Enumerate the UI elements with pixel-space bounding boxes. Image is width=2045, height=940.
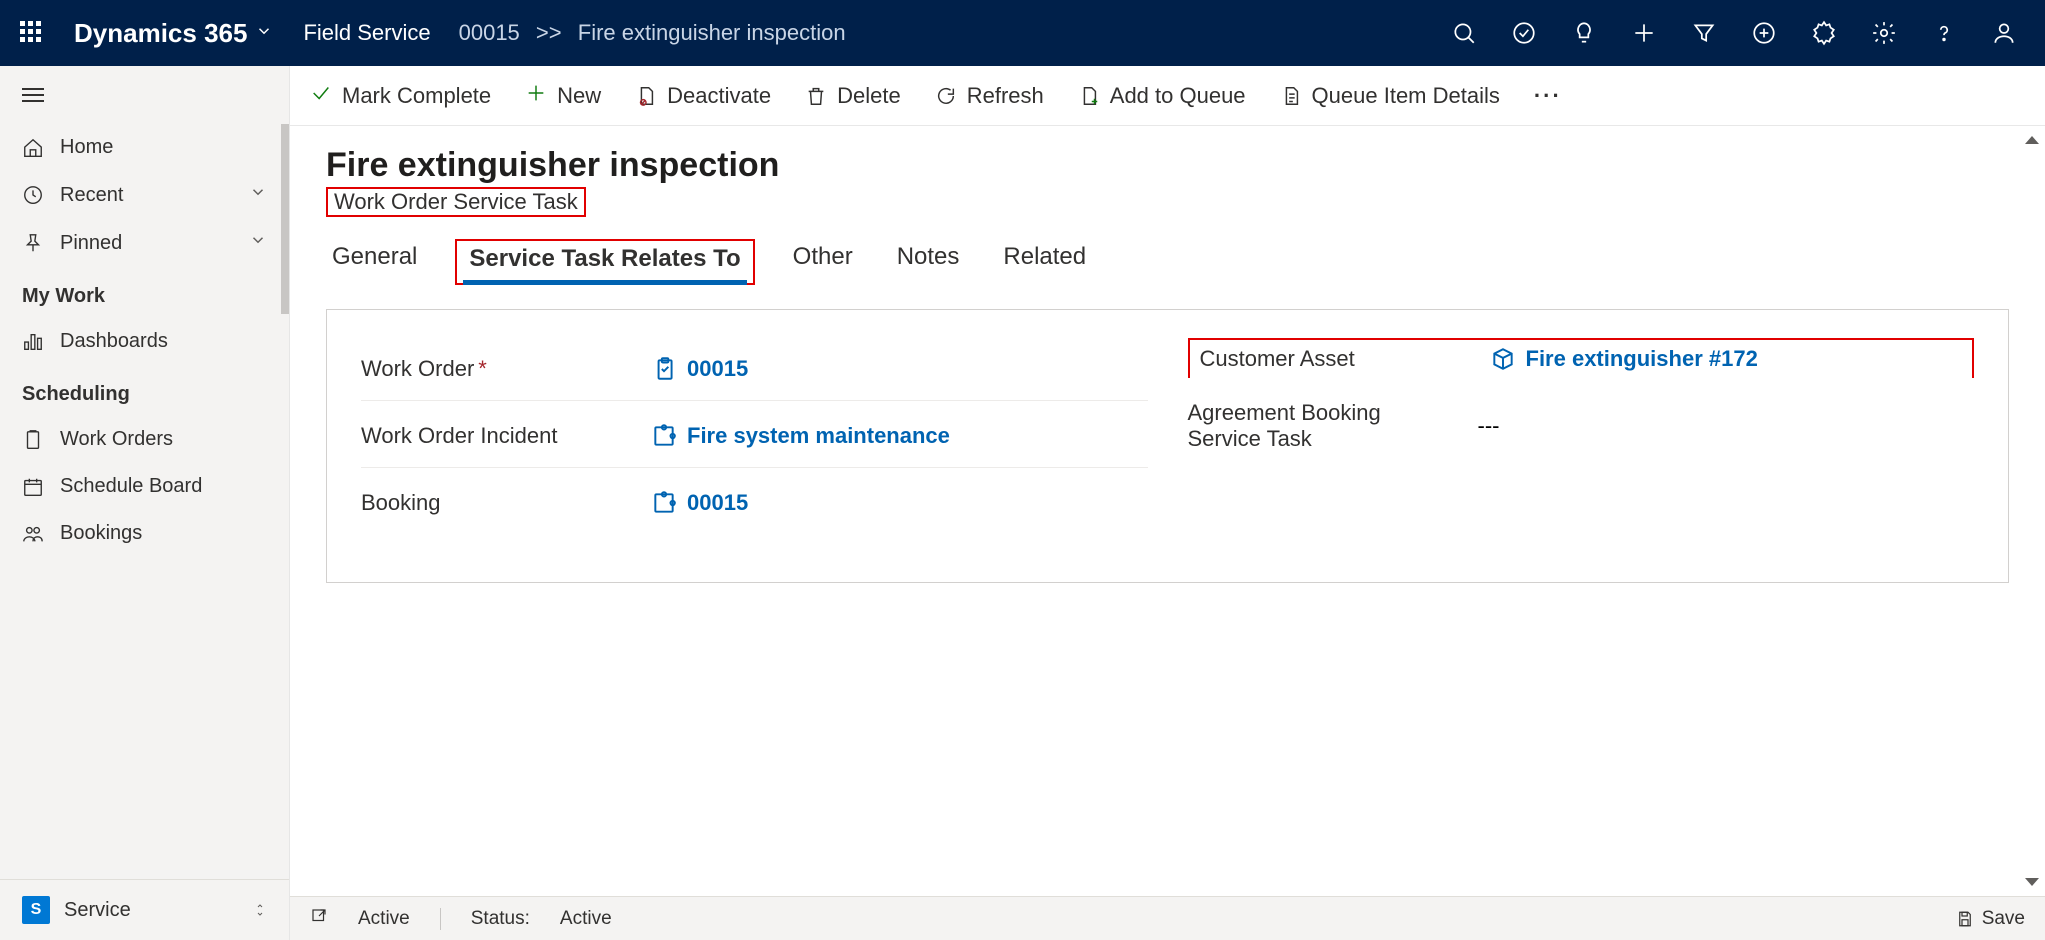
field-agreement-booking[interactable]: Agreement Booking Service Task --- [1188, 382, 1975, 470]
cmd-mark-complete[interactable]: Mark Complete [310, 82, 491, 110]
filter-icon[interactable] [1683, 12, 1725, 54]
area-tile: S [22, 896, 50, 924]
tab-other[interactable]: Other [787, 239, 859, 285]
field-incident[interactable]: Work Order Incident Fire system maintena… [361, 405, 1148, 468]
sidebar-item-home[interactable]: Home [0, 124, 289, 171]
cmd-label: Refresh [967, 83, 1044, 109]
sidebar-item-bookings[interactable]: Bookings [0, 510, 289, 557]
cmd-label: Queue Item Details [1312, 83, 1500, 109]
cmd-new[interactable]: New [525, 82, 601, 110]
cmd-refresh[interactable]: Refresh [935, 83, 1044, 109]
area-chevron-icon [253, 902, 267, 918]
sidebar-group-scheduling: Scheduling [0, 365, 289, 416]
cmd-overflow[interactable]: ··· [1534, 83, 1562, 109]
field-value: --- [1478, 413, 1500, 439]
cmd-label: Deactivate [667, 83, 771, 109]
required-icon: * [478, 356, 487, 381]
record-title: Fire extinguisher inspection [326, 146, 2009, 185]
settings-icon[interactable] [1803, 12, 1845, 54]
tab-notes[interactable]: Notes [891, 239, 966, 285]
form-panel: Work Order* 00015 Work Order Incident Fi… [326, 309, 2009, 583]
record-subtitle: Work Order Service Task [326, 187, 586, 217]
lightbulb-icon[interactable] [1563, 12, 1605, 54]
sidebar-label: Pinned [60, 232, 122, 255]
sidebar-item-workorders[interactable]: Work Orders [0, 416, 289, 463]
save-button[interactable]: Save [1956, 908, 2025, 930]
field-work-order[interactable]: Work Order* 00015 [361, 338, 1148, 401]
area-label: Service [64, 899, 131, 922]
cmd-queue-details[interactable]: Queue Item Details [1280, 83, 1500, 109]
sidebar-group-mywork: My Work [0, 267, 289, 318]
app-name[interactable]: Field Service [303, 20, 430, 46]
breadcrumb-id[interactable]: 00015 [459, 20, 520, 45]
sidebar-label: Schedule Board [60, 475, 202, 498]
main-content: Mark Complete New Deactivate Delete Refr… [290, 66, 2045, 940]
tab-service-task-relates[interactable]: Service Task Relates To [463, 241, 746, 283]
add-icon[interactable] [1623, 12, 1665, 54]
field-label: Agreement Booking Service Task [1188, 400, 1458, 452]
lookup-link[interactable]: 00015 [687, 356, 748, 382]
gear-icon[interactable] [1863, 12, 1905, 54]
box-icon [1490, 346, 1516, 372]
cmd-label: Mark Complete [342, 83, 491, 109]
breadcrumb: 00015 >> Fire extinguisher inspection [459, 20, 846, 46]
chevron-down-icon [249, 183, 267, 207]
cmd-delete[interactable]: Delete [805, 83, 901, 109]
clipboard-icon [651, 356, 677, 382]
form-tabs: General Service Task Relates To Other No… [326, 239, 2009, 285]
breadcrumb-separator-icon: >> [536, 20, 562, 45]
sidebar-item-recent[interactable]: Recent [0, 171, 289, 219]
sidebar-item-dashboards[interactable]: Dashboards [0, 318, 289, 365]
command-bar: Mark Complete New Deactivate Delete Refr… [290, 66, 2045, 126]
cmd-label: New [557, 83, 601, 109]
global-nav-bar: Dynamics 365 Field Service 00015 >> Fire… [0, 0, 2045, 66]
field-label: Customer Asset [1200, 346, 1470, 372]
tab-related[interactable]: Related [997, 239, 1092, 285]
cmd-deactivate[interactable]: Deactivate [635, 83, 771, 109]
content-scrollbar[interactable] [2023, 136, 2041, 886]
brand-label: Dynamics 365 [74, 18, 247, 49]
site-sidebar: Home Recent Pinned My Work Dashboards Sc… [0, 66, 290, 940]
field-booking[interactable]: Booking 00015 [361, 472, 1148, 534]
divider [440, 908, 441, 930]
status-label: Status: [471, 908, 530, 930]
plus-circle-icon[interactable] [1743, 12, 1785, 54]
sidebar-label: Recent [60, 184, 123, 207]
sidebar-scrollbar[interactable] [281, 124, 289, 314]
sidebar-item-pinned[interactable]: Pinned [0, 219, 289, 267]
lookup-link[interactable]: Fire system maintenance [687, 423, 950, 449]
field-label: Work Order Incident [361, 423, 631, 449]
puzzle-icon [651, 423, 677, 449]
save-label: Save [1982, 908, 2025, 930]
search-icon[interactable] [1443, 12, 1485, 54]
sidebar-toggle-icon[interactable] [0, 66, 289, 124]
sidebar-label: Work Orders [60, 428, 173, 451]
chevron-down-icon [249, 231, 267, 255]
lookup-link[interactable]: 00015 [687, 490, 748, 516]
tab-general[interactable]: General [326, 239, 423, 285]
sidebar-label: Home [60, 136, 113, 159]
cmd-label: Delete [837, 83, 901, 109]
breadcrumb-title: Fire extinguisher inspection [578, 20, 846, 45]
lookup-link[interactable]: Fire extinguisher #172 [1526, 346, 1758, 372]
cmd-add-queue[interactable]: Add to Queue [1078, 83, 1246, 109]
field-customer-asset[interactable]: Customer Asset Fire extinguisher #172 [1188, 338, 1975, 378]
brand-dropdown-icon[interactable] [255, 22, 273, 45]
popout-icon[interactable] [310, 907, 328, 931]
cmd-label: Add to Queue [1110, 83, 1246, 109]
task-icon[interactable] [1503, 12, 1545, 54]
user-icon[interactable] [1983, 12, 2025, 54]
area-switcher[interactable]: S Service [0, 879, 289, 940]
sidebar-label: Dashboards [60, 330, 168, 353]
field-label: Booking [361, 490, 631, 516]
puzzle-icon [651, 490, 677, 516]
app-launcher-icon[interactable] [20, 21, 44, 45]
field-label: Work Order [361, 356, 474, 381]
sidebar-item-scheduleboard[interactable]: Schedule Board [0, 463, 289, 510]
status-value: Active [560, 908, 612, 930]
help-icon[interactable] [1923, 12, 1965, 54]
status-state: Active [358, 908, 410, 930]
status-bar: Active Status: Active Save [290, 896, 2045, 940]
sidebar-label: Bookings [60, 522, 142, 545]
